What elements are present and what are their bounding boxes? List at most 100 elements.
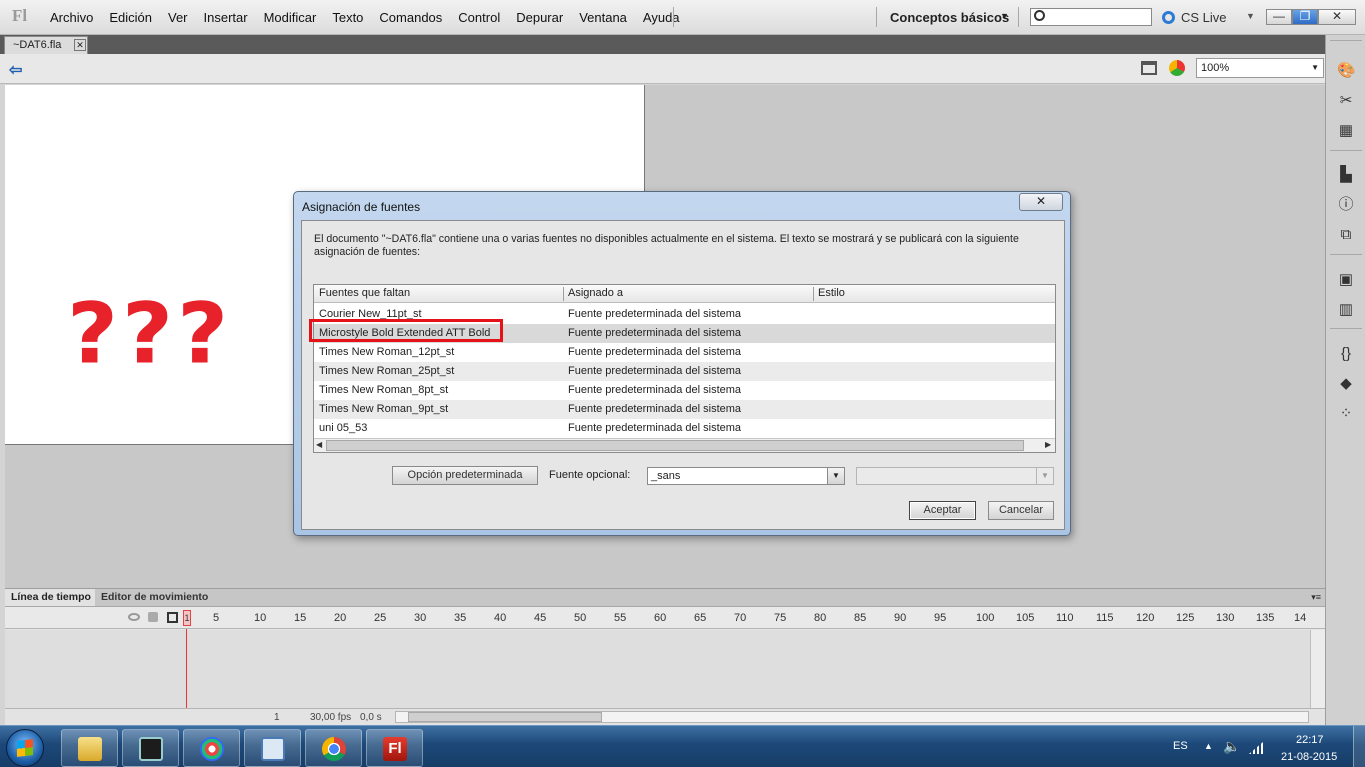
menu-ver[interactable]: Ver xyxy=(160,10,196,25)
scroll-right-icon[interactable]: ▶ xyxy=(1045,440,1051,449)
dialog-close-button[interactable]: ✕ xyxy=(1019,193,1063,211)
stage-missing-font-text[interactable]: ??? xyxy=(67,292,232,376)
tab-timeline[interactable]: Línea de tiempo xyxy=(5,589,95,607)
clock-date[interactable]: 21-08-2015 xyxy=(1281,751,1337,763)
table-row[interactable]: Times New Roman_8pt_st Fuente predetermi… xyxy=(314,381,1055,400)
info-icon[interactable]: ⓘ xyxy=(1337,196,1355,214)
project-icon[interactable]: ⁘ xyxy=(1337,405,1355,423)
document-tab-label: ~DAT6.fla xyxy=(13,39,62,51)
cancel-button[interactable]: Cancelar xyxy=(988,501,1054,520)
accept-button[interactable]: Aceptar xyxy=(909,501,976,520)
column-divider[interactable] xyxy=(563,287,564,301)
menu-archivo[interactable]: Archivo xyxy=(42,10,101,25)
scrollbar-thumb[interactable] xyxy=(326,440,1024,451)
scrollbar-thumb[interactable] xyxy=(408,712,602,722)
start-button[interactable] xyxy=(6,729,44,767)
scroll-left-icon[interactable]: ◀ xyxy=(316,440,322,449)
table-row[interactable]: Times New Roman_9pt_st Fuente predetermi… xyxy=(314,400,1055,419)
taskbar-task-manager[interactable] xyxy=(122,729,179,767)
speaker-icon[interactable]: 🔈 xyxy=(1223,738,1240,755)
menu-insertar[interactable]: Insertar xyxy=(196,10,256,25)
transform-icon[interactable]: ⧉ xyxy=(1337,226,1355,244)
optional-font-select[interactable]: _sans ▼ xyxy=(647,467,845,485)
frame-number: 115 xyxy=(1096,612,1114,624)
menu-control[interactable]: Control xyxy=(450,10,508,25)
menu-ventana[interactable]: Ventana xyxy=(571,10,635,25)
network-icon[interactable] xyxy=(1249,742,1263,754)
timeline-frames[interactable] xyxy=(5,630,1310,708)
column-divider[interactable] xyxy=(813,287,814,301)
tab-motion-editor[interactable]: Editor de movimiento xyxy=(101,589,208,606)
chevron-down-icon[interactable]: ▼ xyxy=(1246,11,1255,21)
chevron-down-icon[interactable]: ▼ xyxy=(1000,11,1009,21)
document-tab[interactable]: ~DAT6.fla ✕ xyxy=(4,36,88,54)
color-palette-icon[interactable]: 🎨 xyxy=(1337,62,1356,80)
components-icon[interactable]: ▣ xyxy=(1337,271,1355,289)
assigned-font: Fuente predeterminada del sistema xyxy=(568,365,742,377)
restore-button[interactable]: ❐ xyxy=(1292,9,1318,25)
taskbar-flash[interactable]: Fl xyxy=(366,729,423,767)
taskbar-remote-desktop[interactable] xyxy=(244,729,301,767)
zoom-select[interactable]: 100% ▼ xyxy=(1196,58,1324,78)
missing-font-name: uni 05_53 xyxy=(319,422,368,434)
edit-scene-icon[interactable] xyxy=(1141,61,1157,75)
tools-icon[interactable]: ✂ xyxy=(1337,92,1355,110)
vertical-scrollbar[interactable] xyxy=(1310,630,1325,708)
taskbar-explorer[interactable] xyxy=(61,729,118,767)
default-option-button[interactable]: Opción predeterminada xyxy=(392,466,538,485)
column-assigned[interactable]: Asignado a xyxy=(568,287,623,299)
motion-presets-icon[interactable]: ◆ xyxy=(1337,375,1355,393)
outline-icon[interactable] xyxy=(167,612,178,623)
remote-desktop-icon xyxy=(261,737,285,761)
menu-comandos[interactable]: Comandos xyxy=(371,10,450,25)
frame-rate[interactable]: 30,00 fps xyxy=(310,712,351,723)
close-window-button[interactable]: ✕ xyxy=(1318,9,1356,25)
menu-bar: Fl Archivo Edición Ver Insertar Modifica… xyxy=(0,0,1365,35)
lock-icon[interactable] xyxy=(148,612,158,622)
zoom-value: 100% xyxy=(1201,62,1230,74)
taskbar-paint[interactable] xyxy=(183,729,240,767)
panel-menu-icon[interactable]: ▾≡ xyxy=(1311,592,1321,603)
clock-time[interactable]: 22:17 xyxy=(1296,734,1324,746)
edit-symbols-icon[interactable] xyxy=(1169,60,1185,76)
code-snippets-icon[interactable]: {} xyxy=(1337,345,1355,363)
column-style[interactable]: Estilo xyxy=(818,287,845,299)
menu-depurar[interactable]: Depurar xyxy=(508,10,571,25)
help-search-input[interactable] xyxy=(1030,8,1152,26)
table-row[interactable]: Times New Roman_25pt_st Fuente predeterm… xyxy=(314,362,1055,381)
table-row[interactable]: Times New Roman_12pt_st Fuente predeterm… xyxy=(314,343,1055,362)
close-tab-icon[interactable]: ✕ xyxy=(74,39,86,51)
swatches-icon[interactable]: ▦ xyxy=(1337,122,1355,140)
chevron-down-icon[interactable]: ▼ xyxy=(1311,63,1319,72)
frame-number: 10 xyxy=(254,612,267,624)
menu-edicion[interactable]: Edición xyxy=(101,10,160,25)
back-arrow-icon[interactable]: ⇦ xyxy=(9,60,22,80)
minimize-button[interactable]: — xyxy=(1266,9,1292,25)
frame-number: 45 xyxy=(534,612,547,624)
align-icon[interactable]: ▙ xyxy=(1337,166,1355,184)
cs-live-icon[interactable] xyxy=(1162,11,1175,24)
taskbar-chrome[interactable] xyxy=(305,729,362,767)
dialog-title: Asignación de fuentes xyxy=(302,200,421,214)
playhead[interactable]: 1 xyxy=(183,610,191,626)
font-mapping-list[interactable]: Fuentes que faltan Asignado a Estilo Cou… xyxy=(313,284,1056,453)
chevron-down-icon: ▼ xyxy=(1036,468,1053,484)
workspace-switcher[interactable]: Conceptos básicos xyxy=(890,10,1009,25)
tray-expand-icon[interactable]: ▲ xyxy=(1204,741,1213,751)
library-icon[interactable]: ▥ xyxy=(1337,301,1355,319)
show-desktop-button[interactable] xyxy=(1353,726,1365,767)
panel-divider xyxy=(1330,40,1362,41)
chevron-down-icon[interactable]: ▼ xyxy=(827,468,844,484)
horizontal-scrollbar[interactable]: ◀ ▶ xyxy=(314,438,1055,452)
menu-ayuda[interactable]: Ayuda xyxy=(635,10,688,25)
frame-number: 60 xyxy=(654,612,667,624)
menu-texto[interactable]: Texto xyxy=(324,10,371,25)
column-missing-fonts[interactable]: Fuentes que faltan xyxy=(319,287,410,299)
frame-number: 50 xyxy=(574,612,587,624)
eye-icon[interactable] xyxy=(128,613,140,621)
cs-live-button[interactable]: CS Live xyxy=(1181,10,1227,25)
table-row[interactable]: uni 05_53 Fuente predeterminada del sist… xyxy=(314,419,1055,438)
menu-modificar[interactable]: Modificar xyxy=(256,10,325,25)
language-indicator[interactable]: ES xyxy=(1173,740,1188,752)
horizontal-scrollbar[interactable] xyxy=(395,711,1309,723)
